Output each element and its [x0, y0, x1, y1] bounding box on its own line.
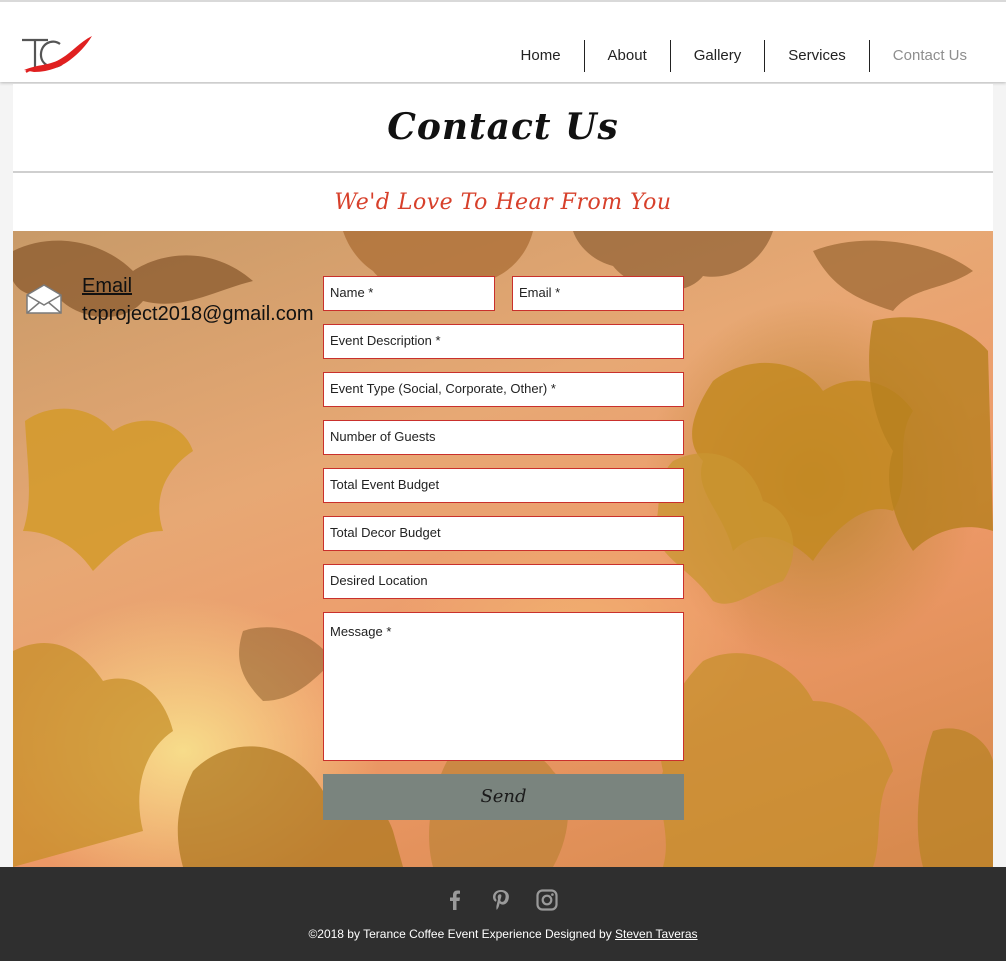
instagram-icon[interactable]	[535, 888, 559, 912]
contact-section: Email tcproject2018@gmail.com Name * Ema…	[13, 231, 993, 867]
envelope-icon	[25, 283, 63, 315]
event-type-field[interactable]: Event Type (Social, Corporate, Other) *	[323, 372, 684, 407]
designer-link[interactable]: Steven Taveras	[615, 927, 698, 941]
nav-home[interactable]: Home	[498, 40, 584, 72]
event-description-field[interactable]: Event Description *	[323, 324, 684, 359]
facebook-icon[interactable]	[443, 888, 467, 912]
main-nav: Home About Gallery Services Contact Us	[498, 40, 990, 72]
site-footer: ©2018 by Terance Coffee Event Experience…	[0, 867, 1006, 961]
nav-gallery[interactable]: Gallery	[669, 40, 765, 72]
copyright-label: ©2018 by Terance Coffee Event Experience…	[308, 927, 612, 941]
name-field[interactable]: Name *	[323, 276, 495, 311]
copyright-text: ©2018 by Terance Coffee Event Experience…	[0, 927, 1006, 941]
email-address: tcproject2018@gmail.com	[82, 303, 314, 325]
nav-about[interactable]: About	[583, 40, 670, 72]
email-label[interactable]: Email	[82, 275, 132, 298]
nav-services[interactable]: Services	[764, 40, 869, 72]
message-field[interactable]: Message *	[323, 612, 684, 761]
page-title: Contact Us	[387, 106, 619, 148]
total-decor-budget-field[interactable]: Total Decor Budget	[323, 516, 684, 551]
social-links	[443, 888, 559, 912]
number-of-guests-field[interactable]: Number of Guests	[323, 420, 684, 455]
total-event-budget-field[interactable]: Total Event Budget	[323, 468, 684, 503]
title-divider	[13, 171, 993, 173]
send-button[interactable]: Send	[323, 774, 684, 820]
pinterest-icon[interactable]	[489, 888, 513, 912]
email-field[interactable]: Email *	[512, 276, 684, 311]
title-panel: Contact Us We'd Love To Hear From You	[13, 84, 993, 231]
site-header: Home About Gallery Services Contact Us	[0, 0, 1006, 82]
desired-location-field[interactable]: Desired Location	[323, 564, 684, 599]
nav-contact-us[interactable]: Contact Us	[868, 40, 990, 72]
tc-logo-icon[interactable]	[16, 32, 96, 78]
page-subtitle: We'd Love To Hear From You	[334, 190, 672, 215]
